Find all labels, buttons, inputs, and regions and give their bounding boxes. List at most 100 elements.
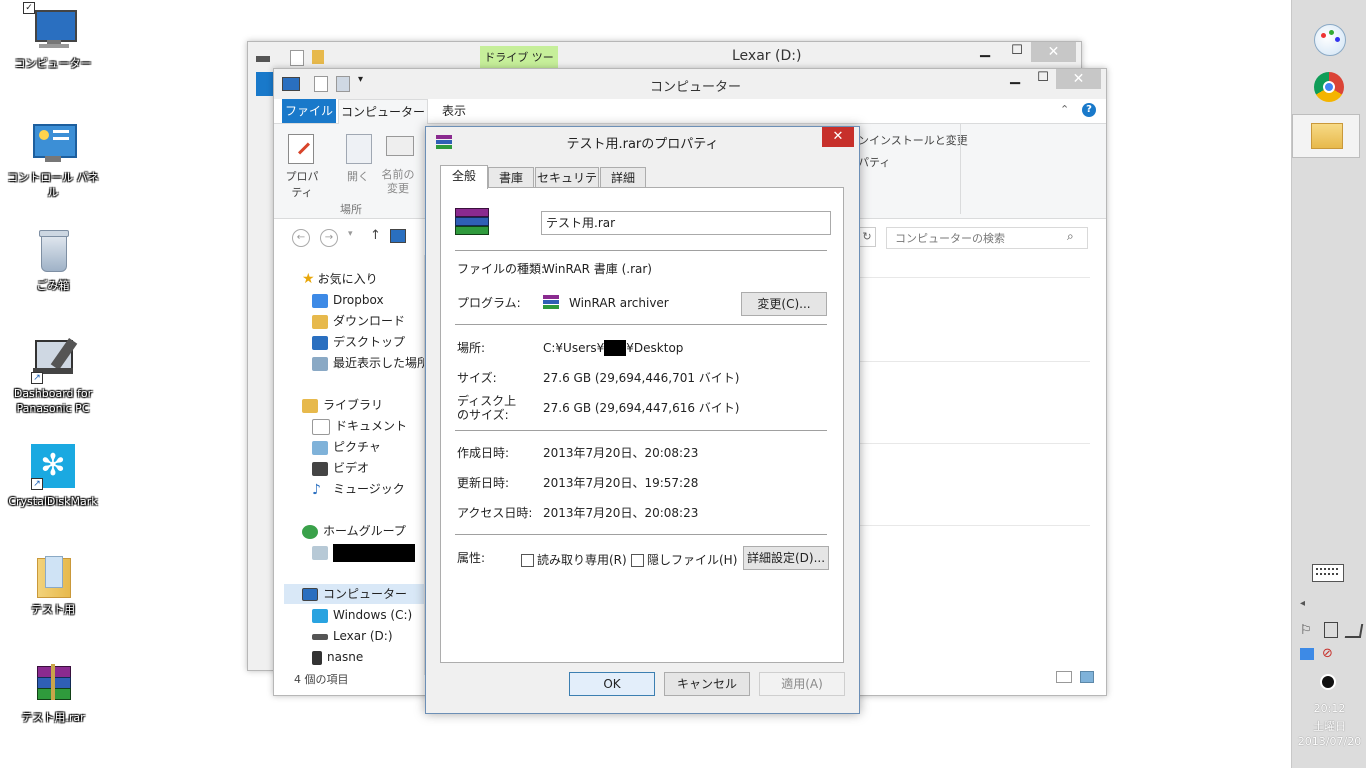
desktop-icon-crystaldiskmark[interactable]: ✻ ↗ CrystalDiskMark [3, 444, 103, 509]
dropbox-tray-icon[interactable] [1300, 648, 1314, 660]
nav-desktop[interactable]: デスクトップ [312, 332, 405, 352]
properties-small-icon [314, 76, 328, 92]
action-center-flag-icon[interactable]: ⚐ [1300, 623, 1312, 638]
chevron-up-icon[interactable]: ⌃ [1060, 103, 1069, 116]
volume-muted-icon[interactable]: ⊘ [1322, 646, 1333, 661]
tab-general[interactable]: 全般 [440, 165, 488, 189]
desktop-icon-control-panel[interactable]: コントロール パネル [3, 120, 103, 200]
nav-music[interactable]: ♪ ミュージック [312, 479, 405, 499]
recent-places-icon [312, 356, 328, 371]
maximize-button[interactable]: ☐ [1004, 42, 1030, 62]
nav-favorites[interactable]: ★ お気に入り [302, 269, 378, 289]
desktop-icon-test-folder[interactable]: テスト用 [3, 552, 103, 617]
desktop-icon-dashboard[interactable]: ↗ Dashboard for Panasonic PC [3, 336, 103, 416]
attributes-label: 属性: [457, 551, 486, 565]
search-input[interactable]: コンピューターの検索 [895, 230, 1005, 246]
readonly-checkbox[interactable]: 読み取り専用(R) [521, 551, 627, 568]
advanced-attributes-button[interactable]: 詳細設定(D)... [743, 546, 829, 570]
nav-homegroup-user[interactable] [312, 542, 415, 562]
show-hidden-icons-icon[interactable]: ◂ [1300, 598, 1305, 609]
search-icon: ⌕ [1067, 229, 1074, 243]
desktop-icon-test-rar[interactable]: テスト用.rar [3, 660, 103, 725]
computer-icon [302, 588, 318, 601]
history-dropdown-icon[interactable]: ▾ [348, 229, 353, 239]
nav-drive-d[interactable]: Lexar (D:) [312, 626, 393, 646]
system-properties-button[interactable]: パティ [858, 154, 890, 170]
back-icon[interactable]: ← [292, 229, 310, 247]
properties-small-icon [290, 50, 304, 66]
user-icon [312, 545, 328, 560]
up-icon[interactable]: ↑ [370, 228, 381, 243]
nav-recent[interactable]: 最近表示した場所 [312, 353, 429, 373]
uninstall-change-button[interactable]: ンインストールと変更 [858, 132, 968, 148]
nav-homegroup[interactable]: ホームグループ [302, 521, 406, 541]
network-signal-icon[interactable] [1344, 624, 1364, 638]
keyboard-icon[interactable] [1312, 564, 1344, 582]
rename-button[interactable]: 名前の 変更 [378, 168, 418, 196]
clock-time[interactable]: 20:12 [1292, 702, 1366, 715]
location-label: 場所: [457, 341, 486, 355]
search-box[interactable]: コンピューターの検索 ⌕ [886, 227, 1088, 249]
forward-icon[interactable]: → [320, 229, 338, 247]
paint-icon[interactable] [1314, 24, 1346, 56]
ok-button[interactable]: OK [569, 672, 655, 696]
maximize-button[interactable]: ☐ [1030, 69, 1056, 89]
desktop-icon-label: コンピューター [14, 57, 92, 70]
clock-date[interactable]: 2013/07/20 [1292, 735, 1366, 748]
nav-downloads[interactable]: ダウンロード [312, 311, 405, 331]
large-icons-view-icon[interactable] [1080, 671, 1094, 683]
open-icon [346, 134, 372, 164]
change-program-button[interactable]: 変更(C)... [741, 292, 827, 316]
clock-day[interactable]: 土曜日 [1292, 718, 1366, 734]
tab-details[interactable]: 詳細 [600, 167, 646, 188]
tab-file[interactable]: ファイル [282, 99, 336, 123]
nav-libraries[interactable]: ライブラリ [302, 395, 383, 415]
details-view-icon[interactable] [1056, 671, 1072, 683]
nav-label: お気に入り [317, 272, 378, 286]
desktop-icon-recycle-bin[interactable]: ごみ箱 [3, 228, 103, 293]
close-button[interactable]: ✕ [822, 127, 854, 147]
tab-view[interactable]: 表示 [434, 99, 474, 123]
checkbox-box[interactable] [631, 554, 644, 567]
hidden-checkbox[interactable]: 隠しファイル(H) [631, 551, 737, 568]
nav-drive-c[interactable]: Windows (C:) [312, 605, 412, 625]
taskbar: ◂ ⚐ ⊘ 20:12 土曜日 2013/07/20 [1291, 0, 1366, 768]
location-value: C:¥Users¥ ¥Desktop [543, 340, 683, 356]
disk-size-label-2: のサイズ: [457, 408, 509, 422]
properties-dialog[interactable]: テスト用.rarのプロパティ ✕ 全般 書庫 セキュリティ 詳細 テスト用.ra… [425, 126, 860, 714]
open-button[interactable]: 開く [338, 168, 378, 184]
nav-videos[interactable]: ビデオ [312, 458, 369, 478]
explorer-taskbar-button[interactable] [1292, 114, 1360, 158]
cancel-button[interactable]: キャンセル [664, 672, 750, 696]
apply-button[interactable]: 適用(A) [759, 672, 845, 696]
nav-computer[interactable]: コンピューター [284, 584, 428, 604]
quick-access-dropdown-icon[interactable]: ▾ [358, 74, 363, 85]
recycle-bin-icon [29, 228, 77, 276]
checkbox-label: 読み取り専用(R) [537, 553, 627, 567]
tray-app-icon[interactable] [1320, 674, 1336, 690]
tab-security[interactable]: セキュリティ [535, 167, 599, 205]
tab-archive[interactable]: 書庫 [488, 167, 534, 188]
power-icon[interactable] [1324, 622, 1338, 638]
properties-button[interactable]: プロパティ [282, 168, 322, 200]
checkbox-box[interactable] [521, 554, 534, 567]
minimize-button[interactable]: ▁ [972, 42, 998, 62]
minimize-button[interactable]: ▁ [1002, 69, 1028, 89]
tab-computer[interactable]: コンピューター [338, 99, 428, 124]
nav-documents[interactable]: ドキュメント [312, 416, 407, 436]
chrome-icon[interactable] [1314, 72, 1344, 102]
refresh-icon[interactable]: ↻ [858, 227, 876, 247]
nav-pictures[interactable]: ピクチャ [312, 437, 381, 457]
help-icon[interactable]: ? [1082, 103, 1096, 117]
nav-label: ダウンロード [333, 314, 406, 328]
close-button[interactable]: ✕ [1056, 69, 1101, 89]
filename-input[interactable]: テスト用.rar [541, 211, 831, 235]
nav-dropbox[interactable]: Dropbox [312, 290, 384, 310]
nav-nasne[interactable]: nasne [312, 647, 363, 667]
star-icon: ★ [302, 271, 315, 287]
drive-tools-tab[interactable]: ドライブ ツール [480, 46, 558, 88]
desktop-icon-computer[interactable]: ✓ コンピューター [3, 2, 103, 71]
videos-icon [312, 461, 328, 476]
checkbox-label: 隠しファイル(H) [647, 553, 738, 567]
close-button[interactable]: ✕ [1031, 42, 1076, 62]
